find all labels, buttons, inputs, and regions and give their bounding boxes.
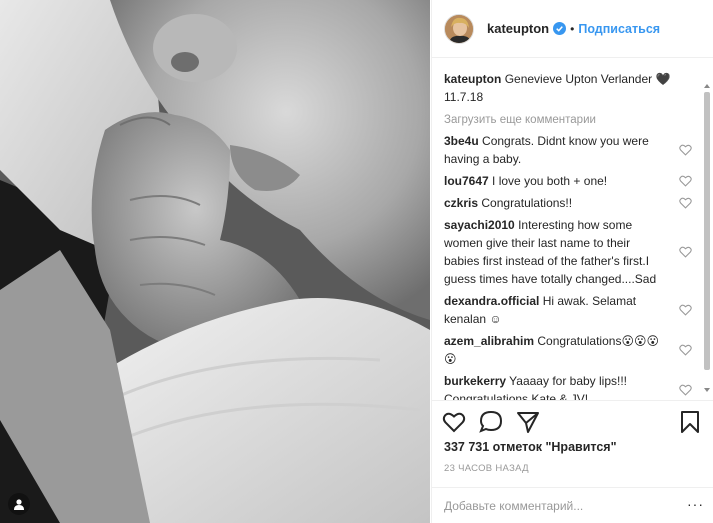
scrollbar-thumb[interactable] <box>704 92 710 370</box>
post-actions <box>432 400 713 440</box>
comment-username[interactable]: lou7647 <box>444 174 489 188</box>
comment-input[interactable] <box>444 496 674 516</box>
post-header: kateupton • Подписаться <box>432 0 713 58</box>
avatar[interactable] <box>444 13 474 44</box>
header-username[interactable]: kateupton <box>487 21 549 36</box>
list-item: dexandra.official Hi awak. Selamat kenal… <box>444 292 692 328</box>
likes-label: отметок "Нравится" <box>492 440 617 454</box>
heart-icon[interactable] <box>442 410 466 434</box>
comment-username[interactable]: dexandra.official <box>444 294 539 308</box>
list-item: azem_alibrahim Congratulations😮😮😮😮 <box>444 332 692 368</box>
comment-username[interactable]: czkris <box>444 196 478 210</box>
comment-username[interactable]: sayachi2010 <box>444 218 515 232</box>
comment-text: Congratulations!! <box>481 196 573 210</box>
comment-like-heart-icon[interactable] <box>679 304 692 316</box>
list-item: czkris Congratulations!! <box>444 194 692 212</box>
comments-list[interactable]: kateupton Genevieve Upton Verlander 🖤 11… <box>432 70 713 400</box>
comment-text: I love you both + one! <box>492 174 608 188</box>
load-more-comments-button[interactable]: Загрузить еще комментарии <box>444 112 692 128</box>
list-item: lou7647 I love you both + one! <box>444 172 692 190</box>
bookmark-icon[interactable] <box>678 410 702 434</box>
comment-username[interactable]: 3be4u <box>444 134 479 148</box>
more-options-icon[interactable]: ··· <box>687 497 704 511</box>
comment-like-heart-icon[interactable] <box>679 384 692 396</box>
share-icon[interactable] <box>516 410 540 434</box>
comment-username[interactable]: burkekerry <box>444 374 506 388</box>
comment-username[interactable]: azem_alibrahim <box>444 334 534 348</box>
comment-like-heart-icon[interactable] <box>679 175 692 187</box>
comment-like-heart-icon[interactable] <box>679 344 692 356</box>
list-item: 3be4u Congrats. Didnt know you were havi… <box>444 132 692 168</box>
comment-like-heart-icon[interactable] <box>679 144 692 156</box>
likes-count[interactable]: 337 731 отметок "Нравится" <box>444 440 617 454</box>
person-tag-icon[interactable] <box>8 493 30 515</box>
scrollbar-up-arrow[interactable] <box>704 84 710 88</box>
follow-button[interactable]: Подписаться <box>578 22 660 36</box>
likes-number: 337 731 <box>444 440 490 454</box>
separator-dot: • <box>570 21 575 36</box>
add-comment-bar: ··· <box>432 487 713 523</box>
baby-photo-image <box>0 0 430 523</box>
scrollbar-down-arrow[interactable] <box>704 388 710 392</box>
comment-like-heart-icon[interactable] <box>679 197 692 209</box>
post-photo[interactable] <box>0 0 430 523</box>
comment-like-heart-icon[interactable] <box>679 246 692 258</box>
verified-badge-icon <box>553 22 567 35</box>
post-timestamp: 23 ЧАСОВ НАЗАД <box>444 463 529 474</box>
post-caption: kateupton Genevieve Upton Verlander 🖤 11… <box>444 70 692 106</box>
list-item: burkekerry Yaaaay for baby lips!!! Congr… <box>444 372 692 400</box>
caption-username[interactable]: kateupton <box>444 72 501 86</box>
post-side-panel: kateupton • Подписаться kateupton Genevi… <box>431 0 713 523</box>
list-item: sayachi2010 Interesting how some women g… <box>444 216 692 288</box>
speech-bubble-icon[interactable] <box>479 410 503 434</box>
